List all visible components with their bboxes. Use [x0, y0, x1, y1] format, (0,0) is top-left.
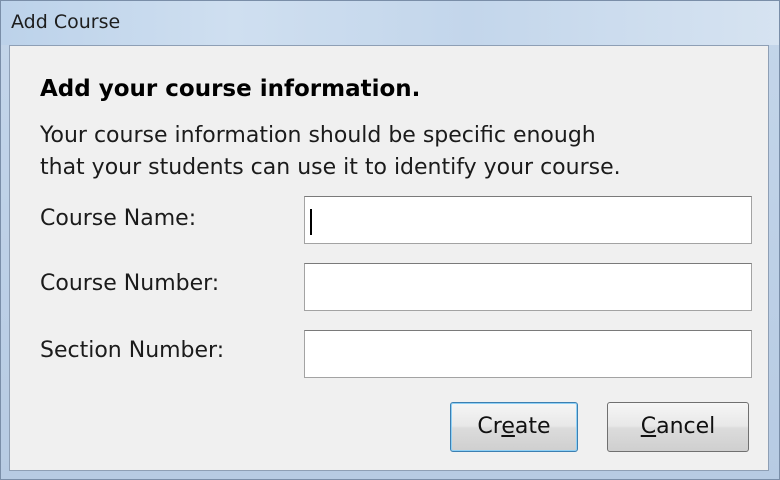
cancel-button[interactable]: Cancel — [607, 402, 749, 452]
window-title: Add Course — [11, 11, 121, 33]
create-label-pre: Cr — [477, 414, 502, 439]
dialog-heading: Add your course information. — [40, 76, 421, 102]
text-caret — [310, 209, 312, 235]
section-number-input[interactable] — [304, 330, 752, 378]
dialog-description: Your course information should be specif… — [40, 120, 760, 184]
description-line-2: that your students can use it to identif… — [40, 155, 621, 180]
title-bar[interactable]: Add Course — [1, 1, 779, 45]
create-label-post: ate — [514, 414, 551, 439]
create-button[interactable]: Create — [450, 402, 578, 452]
course-name-input[interactable] — [304, 196, 752, 244]
description-line-1: Your course information should be specif… — [40, 123, 596, 148]
course-number-input[interactable] — [304, 263, 752, 311]
add-course-dialog: Add Course Add your course information. … — [0, 0, 780, 480]
course-number-label: Course Number: — [40, 271, 220, 296]
course-name-label: Course Name: — [40, 206, 197, 231]
dialog-content: Add your course information. Your course… — [9, 45, 769, 471]
cancel-mnemonic: C — [640, 414, 657, 439]
section-number-label: Section Number: — [40, 338, 225, 363]
cancel-label-post: ancel — [656, 414, 716, 439]
create-mnemonic: e — [501, 414, 515, 439]
